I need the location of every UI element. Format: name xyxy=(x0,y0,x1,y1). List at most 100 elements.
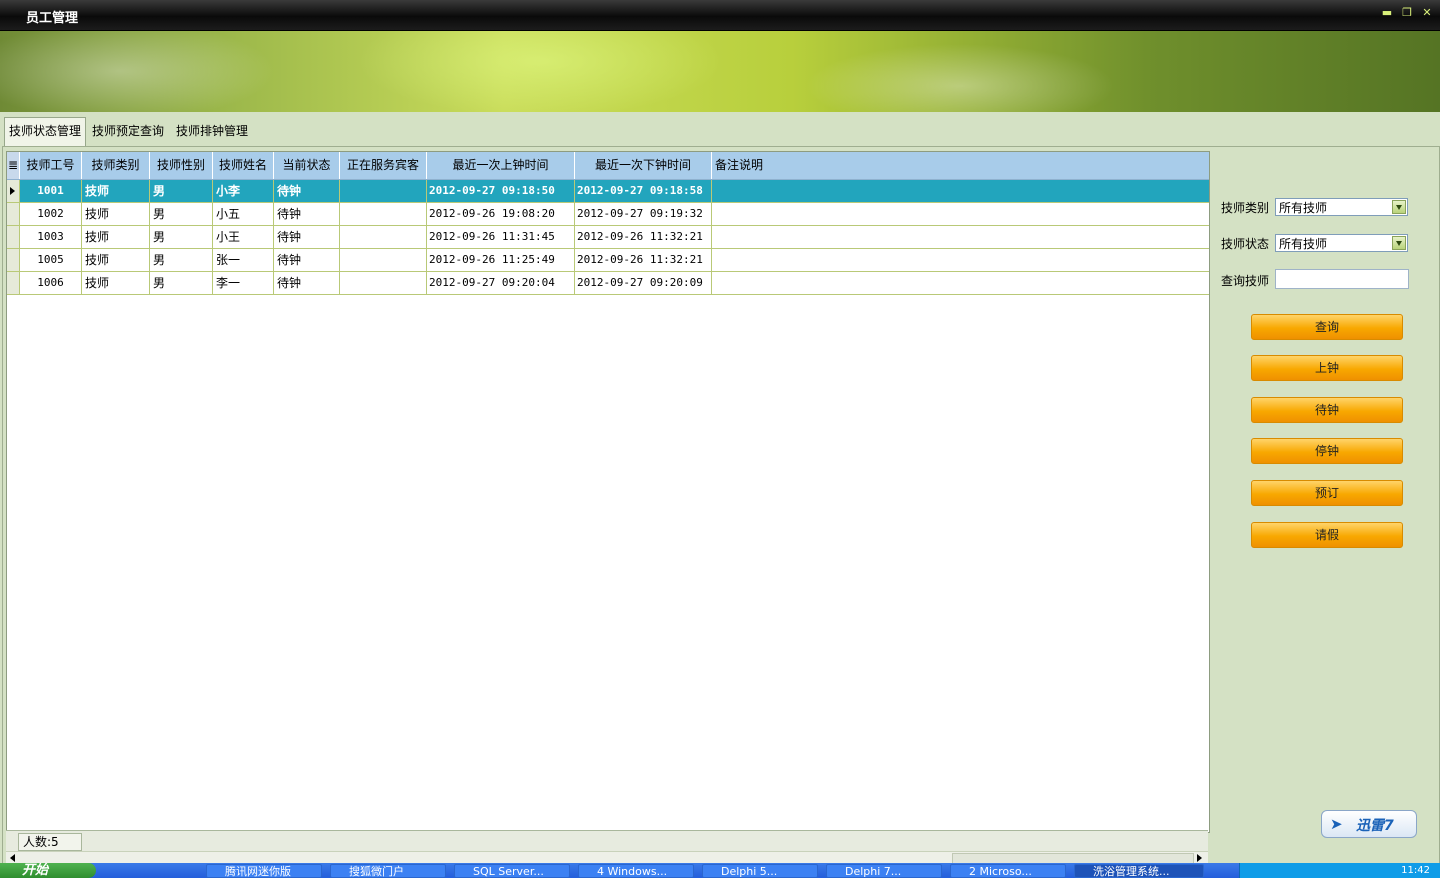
cell-last-off: 2012-09-27 09:19:32 xyxy=(575,203,712,225)
type-filter-select[interactable]: 所有技师 xyxy=(1275,198,1408,216)
restore-icon[interactable]: ❐ xyxy=(1400,6,1414,20)
table-row[interactable]: 1003 技师 男 小王 待钟 2012-09-26 11:31:45 2012… xyxy=(7,226,1209,249)
cell-status: 待钟 xyxy=(274,249,340,271)
cell-note xyxy=(712,272,1209,294)
search-input[interactable] xyxy=(1275,269,1409,289)
chevron-down-icon[interactable] xyxy=(1392,200,1406,214)
chevron-down-icon[interactable] xyxy=(1392,236,1406,250)
query-button[interactable]: 查询 xyxy=(1251,314,1403,340)
cell-gender: 男 xyxy=(150,249,213,271)
cell-id: 1003 xyxy=(20,226,82,248)
taskbar-item[interactable]: Delphi 7... xyxy=(826,864,942,878)
column-header[interactable]: 技师姓名 xyxy=(213,152,274,179)
row-indicator xyxy=(7,249,20,271)
taskbar-item[interactable]: 洗浴管理系统... xyxy=(1074,864,1204,878)
cell-guest xyxy=(340,249,427,271)
horizontal-scrollbar[interactable] xyxy=(6,851,1208,864)
taskbar-item[interactable]: 腾讯网迷你版 xyxy=(206,864,322,878)
system-tray: 11:42 xyxy=(1239,863,1440,878)
type-filter-value: 所有技师 xyxy=(1279,201,1328,215)
cell-note xyxy=(712,180,1209,202)
bird-icon: ➤ xyxy=(1330,815,1343,833)
cell-gender: 男 xyxy=(150,180,213,202)
window-title: 员工管理 xyxy=(26,11,79,26)
scroll-left-icon[interactable] xyxy=(10,854,15,862)
taskbar-item[interactable]: SQL Server... xyxy=(454,864,570,878)
cell-last-off: 2012-09-27 09:18:58 xyxy=(575,180,712,202)
title-bar: 员工管理 ▬ ❐ ✕ xyxy=(0,0,1440,31)
tab-technician-schedule[interactable]: 技师排钟管理 xyxy=(172,118,252,144)
column-header[interactable]: 备注说明 xyxy=(712,152,767,179)
status-filter-value: 所有技师 xyxy=(1279,237,1328,251)
status-filter-select[interactable]: 所有技师 xyxy=(1275,234,1408,252)
cell-gender: 男 xyxy=(150,226,213,248)
cell-gender: 男 xyxy=(150,272,213,294)
table-row[interactable]: 1006 技师 男 李一 待钟 2012-09-27 09:20:04 2012… xyxy=(7,272,1209,295)
grid-footer: 人数:5 xyxy=(6,830,1208,852)
column-header[interactable]: 技师性别 xyxy=(150,152,213,179)
taskbar-item[interactable]: 2 Microso... xyxy=(950,864,1066,878)
cell-guest xyxy=(340,226,427,248)
tab-technician-reservation[interactable]: 技师预定查询 xyxy=(88,118,168,144)
table-row[interactable]: 1002 技师 男 小五 待钟 2012-09-26 19:08:20 2012… xyxy=(7,203,1209,226)
cell-id: 1002 xyxy=(20,203,82,225)
waiting-button[interactable]: 待钟 xyxy=(1251,397,1403,423)
minimize-icon[interactable]: ▬ xyxy=(1380,6,1394,20)
grid-header: ≣ 技师工号 技师类别 技师性别 技师姓名 当前状态 正在服务宾客 最近一次上钟… xyxy=(7,152,1209,180)
cell-id: 1005 xyxy=(20,249,82,271)
cell-guest xyxy=(340,203,427,225)
search-label: 查询技师 xyxy=(1221,274,1270,288)
cell-status: 待钟 xyxy=(274,180,340,202)
row-indicator xyxy=(7,203,20,225)
tab-bar: 技师状态管理 技师预定查询 技师排钟管理 xyxy=(0,112,1440,146)
cell-type: 技师 xyxy=(82,249,150,271)
cell-type: 技师 xyxy=(82,272,150,294)
column-header[interactable]: 最近一次下钟时间 xyxy=(575,152,712,179)
cell-status: 待钟 xyxy=(274,203,340,225)
cell-type: 技师 xyxy=(82,226,150,248)
column-header[interactable]: 技师类别 xyxy=(82,152,150,179)
technician-grid[interactable]: ≣ 技师工号 技师类别 技师性别 技师姓名 当前状态 正在服务宾客 最近一次上钟… xyxy=(6,151,1210,833)
reserve-button[interactable]: 预订 xyxy=(1251,480,1403,506)
column-header[interactable]: 最近一次上钟时间 xyxy=(427,152,575,179)
cell-last-off: 2012-09-26 11:32:21 xyxy=(575,226,712,248)
tab-technician-status[interactable]: 技师状态管理 xyxy=(4,117,87,146)
thunder-logo[interactable]: ➤ 迅雷7 xyxy=(1321,810,1417,838)
cell-note xyxy=(712,249,1209,271)
close-icon[interactable]: ✕ xyxy=(1420,6,1434,20)
taskbar-item[interactable]: Delphi 5... xyxy=(702,864,818,878)
type-filter-label: 技师类别 xyxy=(1221,201,1270,215)
cell-type: 技师 xyxy=(82,203,150,225)
taskbar-item[interactable]: 搜狐微门户 xyxy=(330,864,446,878)
start-button[interactable]: 开始 xyxy=(0,863,96,878)
tab-content: ≣ 技师工号 技师类别 技师性别 技师姓名 当前状态 正在服务宾客 最近一次上钟… xyxy=(2,146,1440,864)
column-header[interactable]: 当前状态 xyxy=(274,152,340,179)
taskbar: 开始 腾讯网迷你版 搜狐微门户 SQL Server... 4 Windows.… xyxy=(0,863,1440,878)
column-header[interactable]: 技师工号 xyxy=(20,152,82,179)
cell-status: 待钟 xyxy=(274,226,340,248)
cell-last-off: 2012-09-26 11:32:21 xyxy=(575,249,712,271)
cell-name: 小王 xyxy=(213,226,274,248)
cell-last-on: 2012-09-27 09:20:04 xyxy=(427,272,575,294)
column-header[interactable]: 正在服务宾客 xyxy=(340,152,427,179)
cell-last-on: 2012-09-27 09:18:50 xyxy=(427,180,575,202)
cell-last-on: 2012-09-26 11:31:45 xyxy=(427,226,575,248)
cell-last-on: 2012-09-26 11:25:49 xyxy=(427,249,575,271)
on-duty-button[interactable]: 上钟 xyxy=(1251,355,1403,381)
row-indicator xyxy=(7,226,20,248)
clock: 11:42 xyxy=(1401,865,1430,876)
table-row[interactable]: 1001 技师 男 小李 待钟 2012-09-27 09:18:50 2012… xyxy=(7,180,1209,203)
scroll-right-icon[interactable] xyxy=(1197,854,1202,862)
cell-gender: 男 xyxy=(150,203,213,225)
table-row[interactable]: 1005 技师 男 张一 待钟 2012-09-26 11:25:49 2012… xyxy=(7,249,1209,272)
taskbar-item[interactable]: 4 Windows... xyxy=(578,864,694,878)
grid-corner-icon: ≣ xyxy=(7,152,20,179)
window-controls: ▬ ❐ ✕ xyxy=(1380,6,1434,20)
cell-name: 李一 xyxy=(213,272,274,294)
leave-button[interactable]: 请假 xyxy=(1251,522,1403,548)
cell-last-on: 2012-09-26 19:08:20 xyxy=(427,203,575,225)
cell-id: 1001 xyxy=(20,180,82,202)
logo-text: 迅雷7 xyxy=(1356,818,1394,834)
cell-id: 1006 xyxy=(20,272,82,294)
stop-button[interactable]: 停钟 xyxy=(1251,438,1403,464)
